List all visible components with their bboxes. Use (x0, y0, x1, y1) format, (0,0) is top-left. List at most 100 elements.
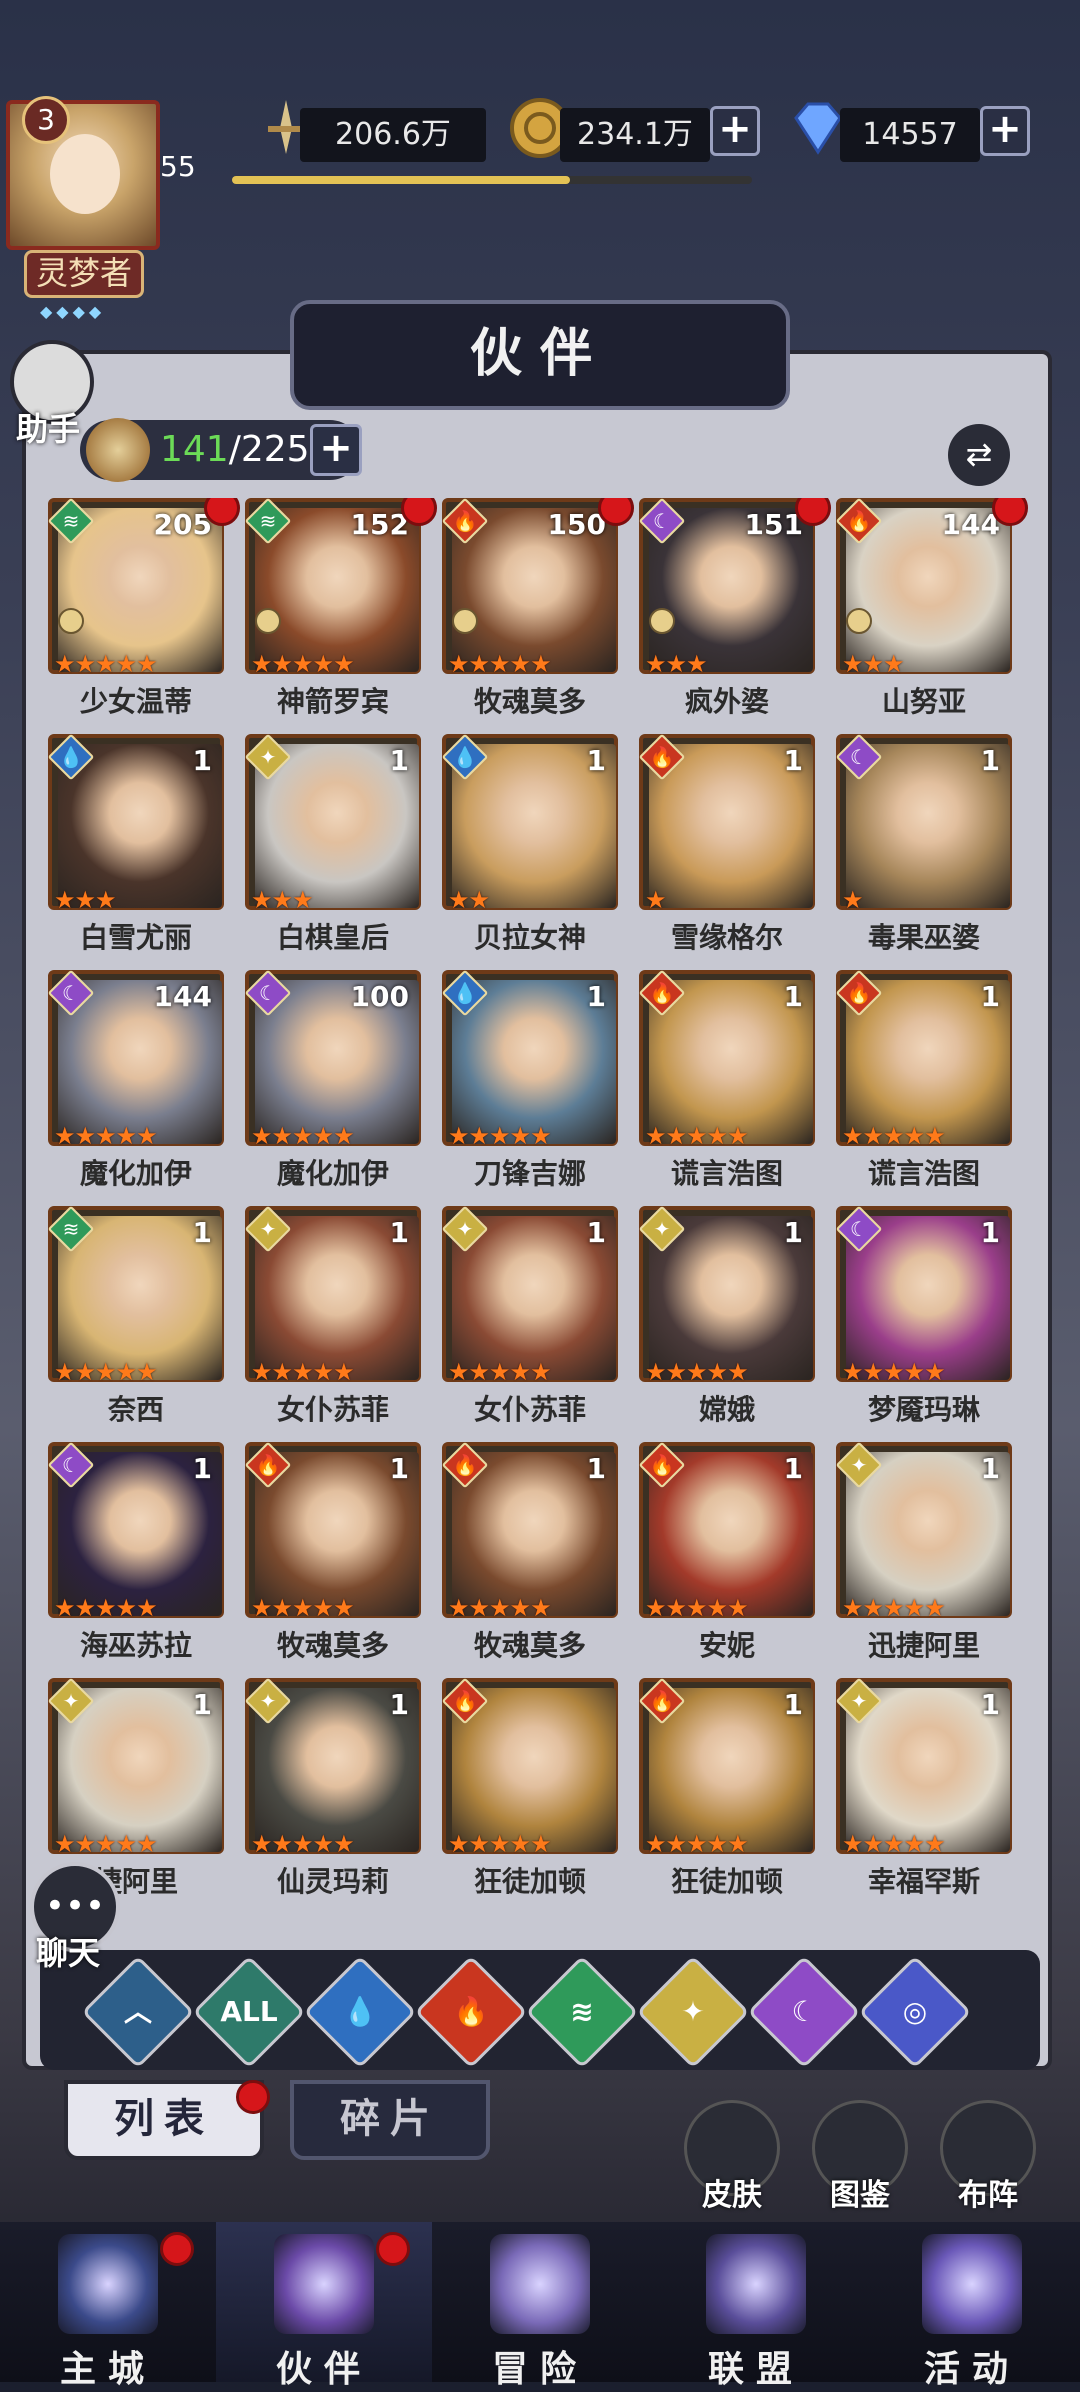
water-element-glyph: 💧 (58, 745, 84, 769)
fire-element-glyph: 🔥 (452, 1689, 478, 1713)
companions-icon (86, 418, 150, 482)
companion-card[interactable]: ✦ 1 ★★★★★ 女仆苏菲 (244, 1205, 425, 1436)
card-frame: 🔥 1 ★ (638, 733, 815, 914)
companion-card[interactable]: 🔥 ★★★★★ 狂徒加顿 (441, 1677, 622, 1908)
companion-card[interactable]: ☾ 144 ★★★★★ 魔化加伊 (48, 969, 228, 1200)
nav-label: 主城 (59, 2349, 156, 2390)
sort-swap-button[interactable]: ⇄ (948, 424, 1010, 486)
companion-name: 刀锋吉娜 (473, 1157, 586, 1190)
companion-name: 贝拉女神 (473, 921, 586, 954)
companion-card[interactable]: ≋ 152 ★★★★★ 神箭罗宾 (244, 498, 437, 728)
companion-name: 海巫苏拉 (79, 1629, 192, 1662)
companion-level: 1 (389, 1216, 409, 1249)
filter-all-icon: ALL (220, 1995, 278, 2028)
nav-label: 活动 (923, 2349, 1020, 2390)
companion-level: 144 (941, 508, 1000, 541)
companion-name: 牧魂莫多 (473, 1629, 586, 1662)
rank-icon (846, 608, 872, 634)
card-frame: 💧 1 ★★ (441, 733, 618, 914)
fire-element-glyph: 🔥 (452, 1453, 478, 1477)
companion-level: 1 (783, 1688, 803, 1721)
companion-card[interactable]: ≋ 205 ★★★★★ 少女温蒂 (48, 498, 240, 728)
card-frame: 💧 1 ★★★ (48, 733, 224, 914)
companion-level: 151 (744, 508, 803, 541)
nav-icon (58, 2234, 158, 2334)
filter-fire-icon: 🔥 (453, 1995, 489, 2028)
card-frame: ✦ 1 ★★★ (244, 733, 421, 914)
companion-level: 1 (192, 1216, 212, 1249)
companion-name: 谎言浩图 (867, 1157, 980, 1190)
companion-name: 女仆苏菲 (276, 1393, 389, 1426)
codex-label: 图鉴 (830, 2178, 890, 2213)
companion-level: 1 (586, 1452, 606, 1485)
avatar-face (50, 134, 120, 214)
tab-fragments[interactable]: 碎片 (290, 2080, 490, 2160)
companion-card[interactable]: ☾ 100 ★★★★★ 魔化加伊 (244, 969, 425, 1200)
star-rating: ★ (842, 886, 863, 914)
nav-label: 冒险 (491, 2349, 588, 2390)
companion-card[interactable]: ☾ 1 ★★★★★ 梦魇玛琳 (835, 1205, 1016, 1436)
companion-card[interactable]: 🔥 1 ★★★★★ 牧魂莫多 (244, 1441, 425, 1672)
card-frame: ☾ 1 ★ (835, 733, 1012, 914)
fire-element-glyph: 🔥 (255, 1453, 281, 1477)
companion-name: 毒果巫婆 (867, 921, 980, 954)
companion-card[interactable]: 🔥 1 ★ 雪缘格尔 (638, 733, 819, 964)
gold-value: 234.1万 (560, 108, 710, 162)
expand-roster-button[interactable]: + (310, 424, 362, 476)
companion-card[interactable]: ☾ 151 ★★★ 疯外婆 (638, 498, 831, 728)
nav-item[interactable]: 伙伴 (216, 2222, 432, 2390)
companion-card[interactable]: ✦ 1 ★★★★★ 嫦娥 (638, 1205, 819, 1436)
filter-wind-icon: ≋ (570, 1995, 594, 2028)
companion-card[interactable]: ☾ 1 ★ 毒果巫婆 (835, 733, 1016, 964)
companion-card[interactable]: 💧 1 ★★ 贝拉女神 (441, 733, 622, 964)
nav-item[interactable]: 冒险 (432, 2222, 648, 2390)
tab-list[interactable]: 列表 (64, 2080, 264, 2160)
companion-card[interactable]: ✦ 1 ★★★★★ 幸福罕斯 (835, 1677, 1016, 1908)
player-level-badge: 3 (22, 96, 70, 144)
light-element-glyph: ✦ (850, 1689, 868, 1713)
star-rating: ★★★★★ (645, 1830, 749, 1858)
card-frame: ✦ 1 ★★★★★ (48, 1677, 224, 1858)
add-diamond-button[interactable]: + (980, 106, 1030, 156)
nav-icon (274, 2234, 374, 2334)
card-frame: ☾ 144 ★★★★★ (48, 969, 224, 1150)
star-rating: ★ (645, 886, 666, 914)
companion-card[interactable]: 🔥 1 ★★★★★ 安妮 (638, 1441, 819, 1672)
companion-level: 1 (783, 1216, 803, 1249)
companion-card[interactable]: 🔥 150 ★★★★★ 牧魂莫多 (441, 498, 634, 728)
companion-level: 1 (980, 1688, 1000, 1721)
companion-card[interactable]: 🔥 1 ★★★★★ 谎言浩图 (835, 969, 1016, 1200)
nav-item[interactable]: 活动 (864, 2222, 1080, 2390)
companion-level: 1 (783, 744, 803, 777)
nav-item[interactable]: 主城 (0, 2222, 216, 2390)
roster-capacity: /225 (228, 429, 310, 470)
companion-card[interactable]: 🔥 1 ★★★★★ 狂徒加顿 (638, 1677, 819, 1908)
companion-card[interactable]: 🔥 1 ★★★★★ 谎言浩图 (638, 969, 819, 1200)
companion-level: 1 (586, 980, 606, 1013)
companion-card[interactable]: ✦ 1 ★★★ 白棋皇后 (244, 733, 425, 964)
card-frame: 🔥 ★★★★★ (441, 1677, 618, 1858)
card-frame: ☾ 151 ★★★ (638, 498, 815, 678)
companion-name: 奈西 (107, 1393, 164, 1426)
card-frame: ✦ 1 ★★★★★ (244, 1677, 421, 1858)
companion-card[interactable]: ✦ 1 ★★★★★ 迅捷阿里 (835, 1441, 1016, 1672)
skin-label: 皮肤 (702, 2178, 762, 2213)
rank-icon (58, 608, 84, 634)
companion-level: 1 (389, 1452, 409, 1485)
companion-card[interactable]: ☾ 1 ★★★★★ 海巫苏拉 (48, 1441, 228, 1672)
companion-level: 100 (350, 980, 409, 1013)
companion-card[interactable]: 💧 1 ★★★★★ 刀锋吉娜 (441, 969, 622, 1200)
companion-card[interactable]: ✦ 1 ★★★★★ 仙灵玛莉 (244, 1677, 425, 1908)
companion-card[interactable]: 🔥 144 ★★★ 山努亚 (835, 498, 1028, 728)
companion-name: 白雪尤丽 (79, 921, 192, 954)
add-gold-button[interactable]: + (710, 106, 760, 156)
companion-card[interactable]: 🔥 1 ★★★★★ 牧魂莫多 (441, 1441, 622, 1672)
rank-icon (452, 608, 478, 634)
companion-card[interactable]: ≋ 1 ★★★★★ 奈西 (48, 1205, 228, 1436)
card-frame: ≋ 1 ★★★★★ (48, 1205, 224, 1386)
rank-icon (649, 608, 675, 634)
companion-level: 1 (389, 1688, 409, 1721)
nav-item[interactable]: 联盟 (648, 2222, 864, 2390)
companion-card[interactable]: 💧 1 ★★★ 白雪尤丽 (48, 733, 228, 964)
companion-card[interactable]: ✦ 1 ★★★★★ 女仆苏菲 (441, 1205, 622, 1436)
